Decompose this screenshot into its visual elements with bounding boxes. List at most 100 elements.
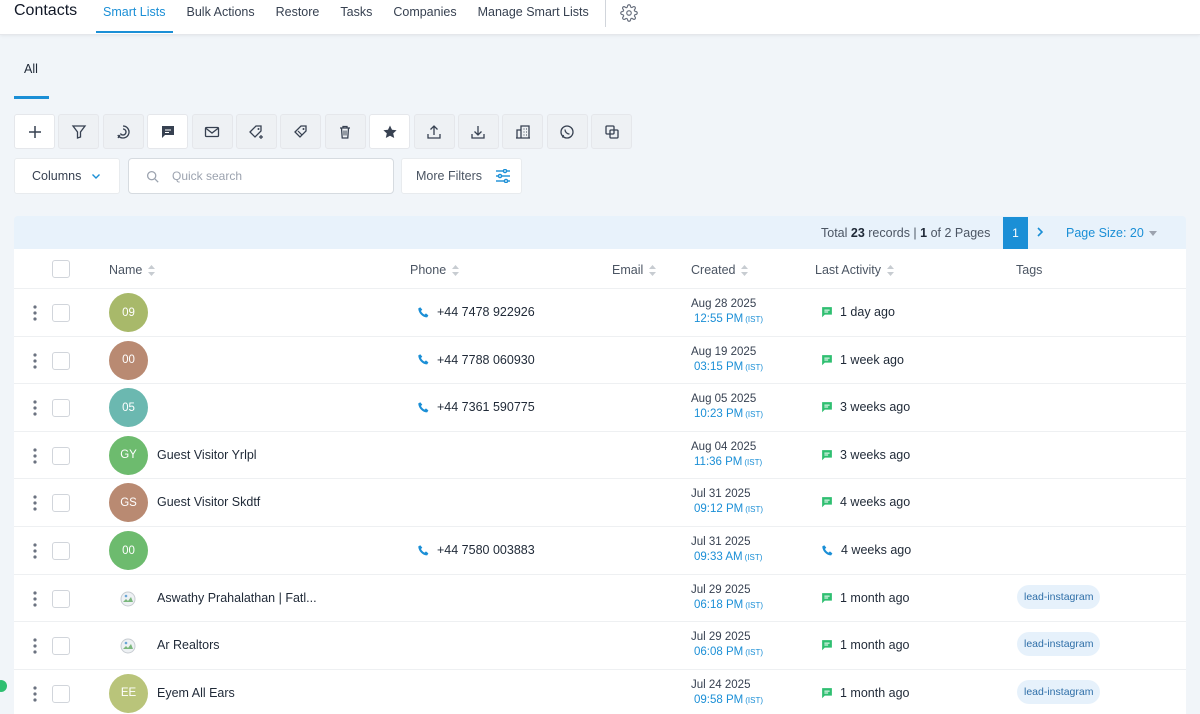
chevron-right-icon[interactable] [1034, 226, 1046, 238]
delete-button[interactable] [324, 114, 366, 149]
merge-button[interactable] [591, 114, 633, 149]
plus-button[interactable] [14, 114, 55, 149]
phone-icon [418, 401, 429, 413]
row-checkbox[interactable] [52, 399, 70, 418]
row-menu-icon[interactable] [33, 448, 37, 464]
row-checkbox[interactable] [52, 589, 70, 608]
message-icon [822, 307, 832, 318]
row-menu-icon[interactable] [33, 543, 37, 559]
total-records-count: 23 [850, 226, 865, 240]
header-last-activity[interactable]: Last Activity [815, 263, 895, 277]
contact-name[interactable]: Guest Visitor Skdtf [157, 495, 260, 509]
row-menu-icon[interactable] [33, 400, 37, 416]
more-filters-button[interactable]: More Filters [401, 158, 522, 194]
table-header: Name Phone Email Created Last Activity T… [14, 249, 1186, 289]
sliders-icon [495, 169, 510, 183]
row-checkbox[interactable] [52, 637, 70, 656]
avatar: 05 [109, 388, 148, 428]
sort-icon [649, 264, 657, 276]
contact-phone[interactable]: +44 7580 003883 [417, 543, 535, 557]
row-menu-icon[interactable] [33, 686, 37, 702]
table-row[interactable]: EE Eyem All Ears Jul 24 2025 09:58 PM (IST) 1… [14, 670, 1186, 714]
tag-badge[interactable]: lead-instagram [1017, 632, 1101, 657]
gear-icon[interactable] [620, 4, 638, 22]
row-checkbox[interactable] [52, 351, 70, 370]
contact-name[interactable]: Eyem All Ears [157, 686, 235, 700]
upload-button[interactable] [413, 114, 455, 149]
table-row[interactable]: 05 +44 7361 590775 Aug 05 2025 10:23 PM (IST… [14, 384, 1186, 432]
contact-phone[interactable]: +44 7478 922926 [417, 305, 535, 319]
last-activity: 1 day ago [821, 305, 895, 319]
plus-icon [28, 125, 41, 138]
select-all-checkbox[interactable] [52, 260, 70, 278]
tab-manage-smart-lists[interactable]: Manage Smart Lists [471, 0, 596, 33]
row-menu-icon[interactable] [33, 590, 37, 607]
pipeline-button[interactable] [102, 114, 144, 149]
tab-companies[interactable]: Companies [386, 0, 463, 33]
header-phone[interactable]: Phone [410, 263, 460, 277]
contact-phone[interactable]: +44 7361 590775 [417, 400, 535, 414]
tab-tasks[interactable]: Tasks [333, 0, 379, 33]
created-time: 09:58 PM (IST) [694, 693, 764, 706]
message-icon [822, 354, 832, 365]
last-activity: 1 month ago [821, 638, 910, 652]
last-activity: 4 weeks ago [821, 495, 910, 509]
sort-icon [452, 264, 460, 276]
sort-icon [741, 264, 749, 276]
row-menu-icon[interactable] [33, 352, 37, 369]
contact-name[interactable]: Ar Realtors [157, 638, 220, 652]
whatsapp-button[interactable] [546, 114, 588, 149]
header-name[interactable]: Name [109, 263, 156, 277]
whatsapp-icon [560, 124, 574, 139]
page-size-select[interactable]: Page Size: 20 [1066, 226, 1144, 240]
row-menu-icon[interactable] [33, 495, 37, 511]
tab-restore[interactable]: Restore [269, 0, 327, 33]
created-time: 09:33 AM (IST) [694, 551, 763, 563]
created-date: Aug 05 2025 [691, 393, 757, 406]
created-date: Jul 31 2025 [691, 488, 751, 501]
message-button[interactable] [147, 114, 189, 149]
created-time: 06:08 PM (IST) [694, 646, 764, 659]
filter-button[interactable] [58, 114, 100, 149]
row-menu-icon[interactable] [33, 305, 37, 321]
tag-badge[interactable]: lead-instagram [1017, 584, 1101, 609]
tab-all[interactable]: All [14, 58, 49, 99]
row-menu-icon[interactable] [33, 638, 37, 654]
table-row[interactable]: GY Guest Visitor Yrlpl Aug 04 2025 11:36 PM… [14, 432, 1186, 480]
row-checkbox[interactable] [52, 542, 70, 560]
sort-icon [887, 264, 894, 276]
columns-button[interactable]: Columns [14, 158, 120, 194]
email-button[interactable] [191, 114, 233, 149]
star-button[interactable] [369, 114, 411, 149]
contact-name[interactable]: Aswathy Prahalathan | Fatl... [157, 591, 317, 605]
header-email[interactable]: Email [612, 263, 657, 277]
contact-name[interactable]: Guest Visitor Yrlpl [157, 448, 257, 462]
remove-tag-button[interactable] [280, 114, 322, 149]
contact-phone[interactable]: +44 7788 060930 [417, 353, 535, 367]
download-button[interactable] [457, 114, 499, 149]
add-tag-button[interactable] [235, 114, 277, 149]
table-row[interactable]: GS Guest Visitor Skdtf Jul 31 2025 09:12 PM… [14, 479, 1186, 527]
status-dot[interactable] [0, 680, 7, 692]
search-input[interactable] [172, 169, 372, 183]
table-row[interactable]: 00 +44 7788 060930 Aug 19 2025 03:15 PM (IST… [14, 337, 1186, 385]
created-date: Jul 31 2025 [691, 536, 751, 548]
contacts-table: Name Phone Email Created Last Activity T… [14, 249, 1186, 714]
table-row[interactable]: Aswathy Prahalathan | Fatl... Jul 29 2025… [14, 575, 1186, 623]
tab-bulk-actions[interactable]: Bulk Actions [180, 0, 262, 33]
table-row[interactable]: 00 +44 7580 003883 Jul 31 2025 09:33 AM (IST… [14, 527, 1186, 575]
row-checkbox[interactable] [52, 684, 70, 703]
row-checkbox[interactable] [52, 304, 70, 322]
tab-smart-lists[interactable]: Smart Lists [96, 0, 173, 33]
header-created[interactable]: Created [691, 263, 749, 277]
tag-badge[interactable]: lead-instagram [1017, 679, 1101, 704]
table-row[interactable]: 09 +44 7478 922926 Aug 28 2025 12:55 PM (IST… [14, 289, 1186, 337]
row-checkbox[interactable] [52, 494, 70, 513]
message-icon [161, 125, 174, 138]
page-1-button[interactable]: 1 [1003, 217, 1028, 249]
table-row[interactable]: Ar Realtors Jul 29 2025 06:08 PM (IST) 1 mon… [14, 622, 1186, 670]
caret-down-icon[interactable] [1149, 231, 1157, 236]
row-checkbox[interactable] [52, 446, 70, 465]
company-button[interactable] [502, 114, 544, 149]
app-title: Contacts [14, 2, 78, 19]
